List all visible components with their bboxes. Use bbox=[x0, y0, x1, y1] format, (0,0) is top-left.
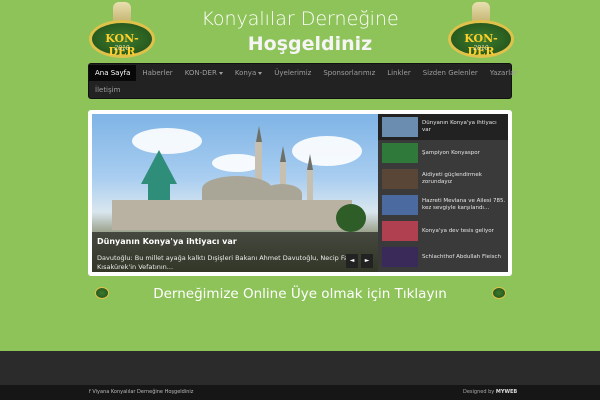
mosque-wall bbox=[112, 200, 352, 230]
thumb-image bbox=[382, 143, 418, 163]
thumb-label: Schlachthof Abdullah Fleisch bbox=[422, 253, 501, 260]
small-logo-icon bbox=[492, 287, 506, 299]
nav-item-sizden-gelenler[interactable]: Sizden Gelenler bbox=[417, 65, 484, 81]
thumb-image bbox=[382, 169, 418, 189]
slider-thumb[interactable]: Konya'ya dev tesis geliyor bbox=[378, 218, 508, 244]
nav-item-linkler[interactable]: Linkler bbox=[381, 65, 416, 81]
kon-der-logo-left[interactable]: KON-DER 2010 bbox=[86, 2, 158, 60]
nav-item-haberler[interactable]: Haberler bbox=[136, 65, 178, 81]
nav-row-1: Ana Sayfa Haberler KON-DER Konya Üyeleri… bbox=[89, 65, 523, 81]
nav-item-ana-sayfa[interactable]: Ana Sayfa bbox=[89, 65, 137, 81]
nav-item-yazarlar[interactable]: Yazarlar bbox=[484, 65, 524, 81]
caret-down-icon bbox=[258, 71, 263, 75]
nav-item-sponsorlarimiz[interactable]: Sponsorlarımız bbox=[317, 65, 381, 81]
nav-item-kon-der[interactable]: KON-DER bbox=[179, 65, 229, 81]
thumb-label: Aidiyeti güçlendirmek zorundayız bbox=[422, 172, 482, 185]
site-title-line2: Hoşgeldiniz bbox=[247, 33, 373, 55]
logo-year: 2010 bbox=[473, 45, 489, 52]
logo-oval: KON-DER 2010 bbox=[89, 20, 155, 58]
slider-thumb[interactable]: Dünyanın Konya'ya ihtiyacı var bbox=[378, 114, 508, 140]
thumb-image bbox=[382, 247, 418, 267]
slider-thumbnail-list: Dünyanın Konya'ya ihtiyacı var Şampiyon … bbox=[378, 114, 508, 272]
footer-dark-band bbox=[0, 351, 600, 385]
spire-shape bbox=[307, 154, 313, 170]
cloud-shape bbox=[292, 136, 362, 166]
footer-credit: Designed by MYWEB bbox=[463, 389, 517, 395]
slider-thumb[interactable]: Şampiyon Konyaspor bbox=[378, 140, 508, 166]
nav-item-label: Konya bbox=[234, 69, 257, 77]
designer-link[interactable]: MYWEB bbox=[496, 389, 517, 395]
online-membership-link[interactable]: Derneğimize Online Üye olmak için Tıklay… bbox=[0, 286, 600, 302]
kon-der-logo-right[interactable]: KON-DER 2010 bbox=[445, 2, 517, 60]
caret-down-icon bbox=[218, 71, 223, 75]
main-navbar: Ana Sayfa Haberler KON-DER Konya Üyeleri… bbox=[88, 63, 517, 99]
news-slider: Dünyanın Konya'ya ihtiyacı var Davutoğlu… bbox=[88, 110, 512, 276]
prev-arrow-icon[interactable]: ◄ bbox=[346, 254, 358, 268]
slide-caption-title[interactable]: Dünyanın Konya'ya ihtiyacı var bbox=[97, 237, 237, 246]
footer-left: f Viyana Konyalılar Derneğine Hoşgeldini… bbox=[89, 389, 193, 395]
footer: f Viyana Konyalılar Derneğine Hoşgeldini… bbox=[0, 385, 600, 400]
thumb-image bbox=[382, 195, 418, 215]
thumb-label: Şampiyon Konyaspor bbox=[422, 149, 480, 156]
slider-thumb[interactable]: Hazreti Mevlana ve Ailesi 785. kez sevgi… bbox=[378, 192, 508, 218]
nav-item-iletisim[interactable]: İletişim bbox=[89, 82, 126, 98]
thumb-image bbox=[382, 221, 418, 241]
slider-thumb[interactable]: Schlachthof Abdullah Fleisch bbox=[378, 244, 508, 270]
thumb-image bbox=[382, 117, 418, 137]
nav-item-uyelerimiz[interactable]: Üyelerimiz bbox=[268, 65, 317, 81]
slide-image[interactable]: Dünyanın Konya'ya ihtiyacı var Davutoğlu… bbox=[92, 114, 378, 272]
logo-oval: KON-DER 2010 bbox=[448, 20, 514, 58]
thumb-label: Konya'ya dev tesis geliyor bbox=[422, 227, 494, 234]
logo-year: 2010 bbox=[114, 45, 130, 52]
thumb-label: Dünyanın Konya'ya ihtiyacı var bbox=[422, 120, 497, 133]
thumb-label: Hazreti Mevlana ve Ailesi 785. kez sevgi… bbox=[422, 198, 506, 211]
nav-item-label: KON-DER bbox=[184, 69, 217, 77]
site-title-line1: Konyalılar Derneğine bbox=[201, 8, 399, 30]
nav-row-2: İletişim bbox=[89, 82, 126, 98]
facebook-icon[interactable]: f bbox=[89, 389, 91, 395]
slide-caption-text: Davutoğlu: Bu millet ayağa kalktı Dışişl… bbox=[97, 254, 355, 271]
green-dome-cone bbox=[141, 150, 177, 184]
footer-site-text: Viyana Konyalılar Derneğine Hoşgeldiniz bbox=[92, 389, 194, 395]
designed-by-label: Designed by bbox=[463, 389, 495, 395]
tree-shape bbox=[336, 204, 366, 232]
spire-shape bbox=[255, 126, 262, 142]
next-arrow-icon[interactable]: ► bbox=[361, 254, 373, 268]
spire-shape bbox=[280, 146, 286, 162]
slider-thumb[interactable]: Aidiyeti güçlendirmek zorundayız bbox=[378, 166, 508, 192]
nav-item-konya[interactable]: Konya bbox=[229, 65, 268, 81]
